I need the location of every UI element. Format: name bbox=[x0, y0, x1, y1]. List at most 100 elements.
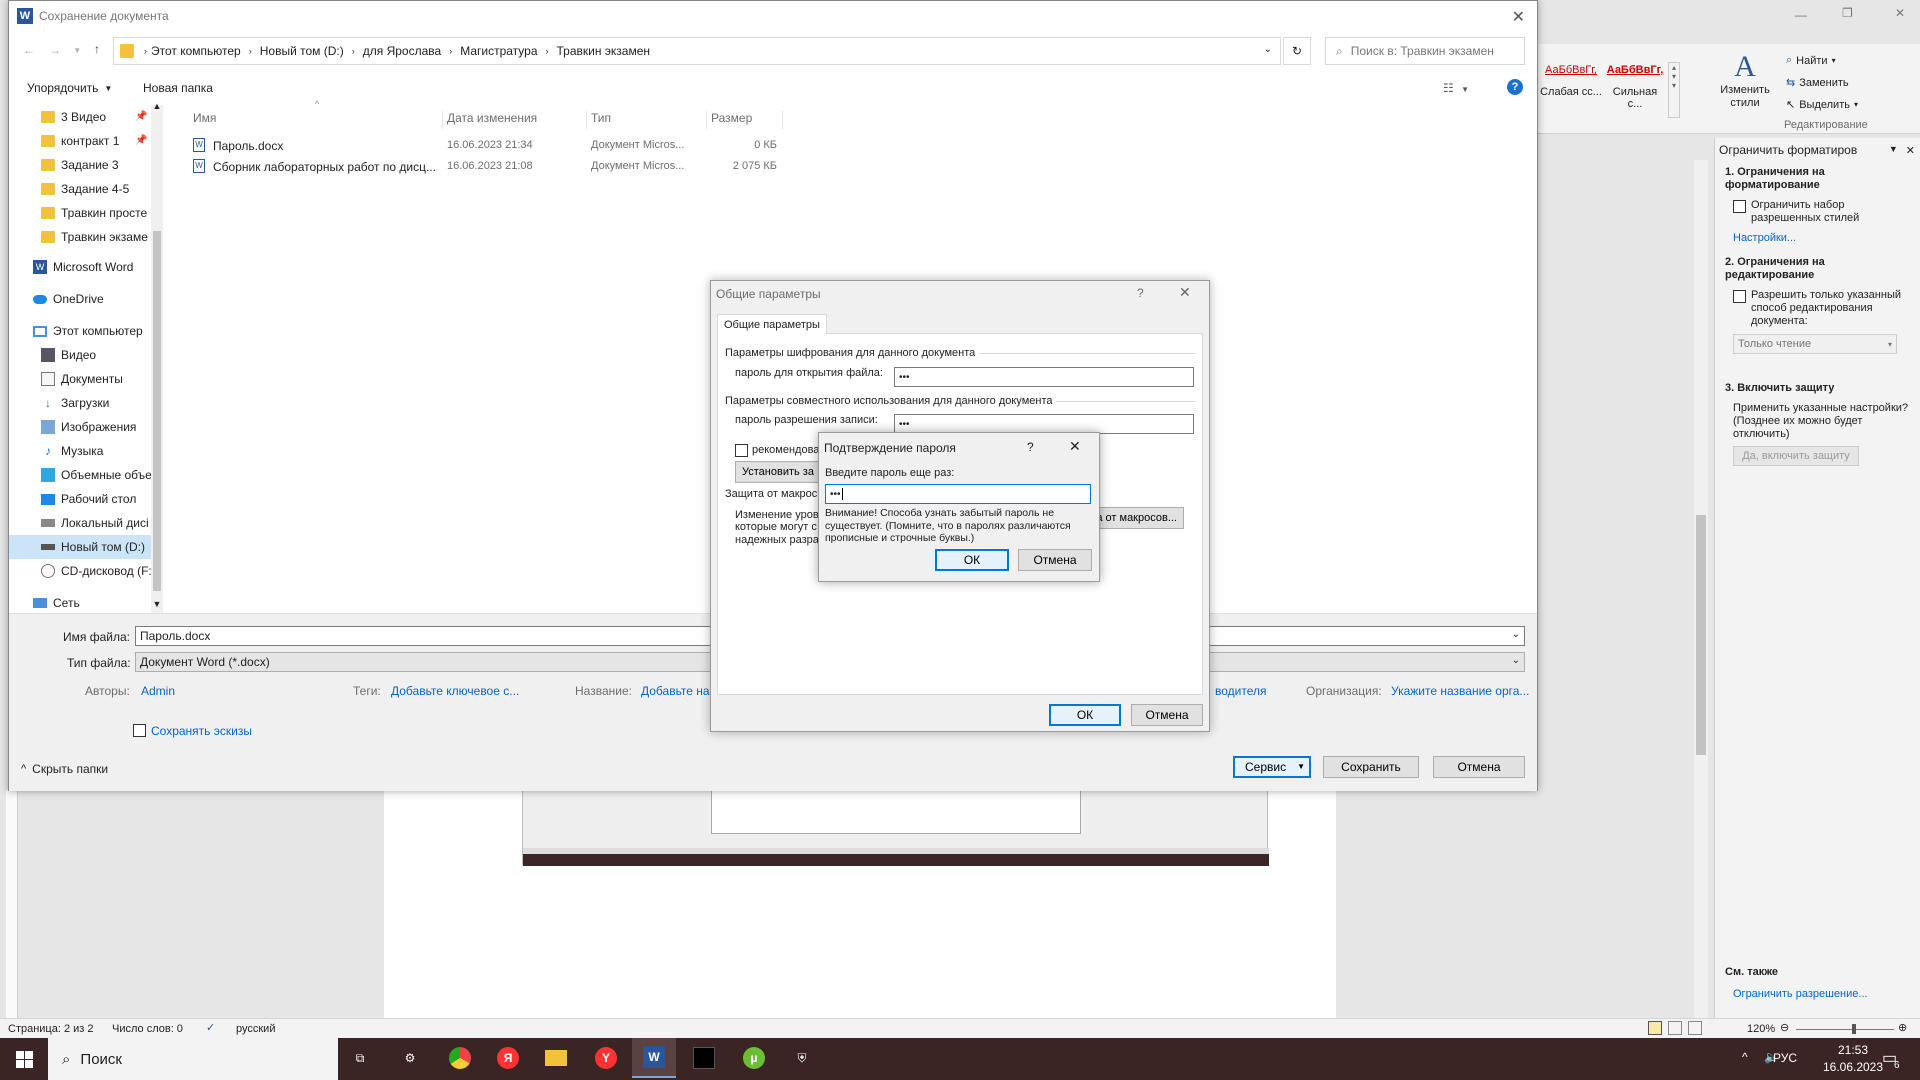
utorrent-icon[interactable]: µ bbox=[732, 1038, 776, 1078]
view-mode-icons[interactable] bbox=[1648, 1021, 1702, 1035]
nav-item[interactable]: контракт 1 bbox=[41, 129, 191, 153]
nav-item[interactable]: Локальный дисі bbox=[41, 511, 191, 535]
word-minimize-icon[interactable]: — bbox=[1795, 8, 1809, 22]
back-icon[interactable]: ← bbox=[23, 43, 35, 57]
word-taskbar-icon[interactable]: W bbox=[632, 1038, 676, 1078]
column-header-type[interactable]: Тип bbox=[591, 111, 707, 129]
open-password-input[interactable]: ••• bbox=[894, 367, 1194, 387]
file-row[interactable]: W Сборник лабораторных работ по дисц... … bbox=[193, 156, 793, 176]
start-button[interactable] bbox=[0, 1038, 48, 1080]
style-gallery-scroll[interactable]: ▴ ▾ ▾ bbox=[1668, 62, 1680, 118]
search-box[interactable]: ⌕ Поиск в: Травкин экзамен bbox=[1325, 37, 1525, 65]
address-dropdown-icon[interactable]: ⌄ bbox=[1264, 44, 1272, 55]
macro-security-button[interactable]: а от макросов... bbox=[1091, 507, 1184, 529]
editing-mode-select[interactable]: Только чтение ▾ bbox=[1733, 334, 1897, 354]
breadcrumb-item[interactable]: Новый том (D:) bbox=[260, 44, 344, 58]
tab-general[interactable]: Общие параметры bbox=[717, 314, 827, 334]
address-bar[interactable]: › Этот компьютер › Новый том (D:) › для … bbox=[113, 37, 1281, 65]
taskbar-search[interactable]: ⌕ Поиск bbox=[48, 1038, 338, 1080]
column-header-size[interactable]: Размер bbox=[711, 111, 783, 129]
document-scrollbar[interactable] bbox=[1694, 160, 1708, 1018]
protect-document-button[interactable]: Установить за bbox=[735, 461, 825, 483]
restrict-editing-checkbox[interactable] bbox=[1733, 290, 1746, 303]
pane-close-icon[interactable]: ✕ bbox=[1906, 144, 1915, 157]
cancel-button[interactable]: Отмена bbox=[1131, 704, 1203, 726]
nav-item-selected[interactable]: Новый том (D:) bbox=[9, 535, 151, 559]
nav-item[interactable]: Видео bbox=[41, 343, 191, 367]
organization-value[interactable]: Укажите название орга... bbox=[1391, 684, 1529, 698]
nav-item[interactable]: 3 Видео bbox=[41, 105, 191, 129]
page-counter[interactable]: Страница: 2 из 2 bbox=[8, 1023, 94, 1035]
security-shield-icon[interactable]: ⛨ bbox=[780, 1038, 824, 1078]
settings-link[interactable]: Настройки... bbox=[1733, 232, 1796, 244]
nav-item[interactable]: Объемные объе bbox=[41, 463, 191, 487]
app-icon-1[interactable]: ⚙ bbox=[388, 1038, 432, 1078]
nav-item[interactable]: CD-дисковод (F: bbox=[41, 559, 191, 583]
breadcrumb-item[interactable]: Магистратура bbox=[460, 44, 537, 58]
nav-item[interactable]: Изображения bbox=[41, 415, 191, 439]
word-restore-icon[interactable]: ❐ bbox=[1842, 6, 1856, 20]
help-icon[interactable]: ? bbox=[1507, 79, 1523, 95]
cancel-button[interactable]: Отмена bbox=[1018, 549, 1092, 571]
chrome-icon[interactable] bbox=[438, 1038, 482, 1078]
reenter-password-input[interactable]: ••• bbox=[825, 484, 1091, 504]
forward-icon[interactable]: → bbox=[49, 43, 61, 57]
language-indicator[interactable]: русский bbox=[236, 1023, 275, 1035]
close-icon[interactable]: ✕ bbox=[1512, 7, 1525, 27]
help-icon[interactable]: ? bbox=[1027, 440, 1034, 454]
breadcrumb-item[interactable]: для Ярослава bbox=[363, 44, 441, 58]
terminal-icon[interactable] bbox=[682, 1038, 726, 1078]
file-row[interactable]: W Пароль.docx 16.06.2023 21:34 Документ … bbox=[193, 135, 793, 155]
chevron-down-icon[interactable]: ⌄ bbox=[1512, 629, 1520, 640]
nav-item[interactable]: Документы bbox=[41, 367, 191, 391]
find-button[interactable]: ⌕ Найти ▾ bbox=[1786, 54, 1836, 67]
thumbnails-checkbox[interactable] bbox=[133, 724, 146, 737]
nav-item[interactable]: Травкин просте bbox=[41, 201, 191, 225]
hide-folders-button[interactable]: ^ Скрыть папки bbox=[21, 762, 108, 776]
input-language[interactable]: РУС bbox=[1773, 1051, 1797, 1065]
clock-date[interactable]: 16.06.2023 bbox=[1818, 1060, 1888, 1074]
close-icon[interactable]: ✕ bbox=[1069, 438, 1081, 455]
column-header-name[interactable]: Имя bbox=[193, 111, 443, 129]
tray-overflow-icon[interactable]: ^ bbox=[1742, 1050, 1748, 1064]
nav-item[interactable]: Травкин экзаме bbox=[41, 225, 191, 249]
nav-item[interactable]: Задание 4-5 bbox=[41, 177, 191, 201]
word-count[interactable]: Число слов: 0 bbox=[112, 1023, 183, 1035]
file-explorer-icon[interactable] bbox=[534, 1038, 578, 1078]
nav-item[interactable]: ↓ Загрузки bbox=[41, 391, 191, 415]
nav-scrollbar[interactable]: ▲ ▼ bbox=[151, 101, 163, 613]
cancel-button[interactable]: Отмена bbox=[1433, 756, 1525, 778]
change-styles-button[interactable]: A Изменить стили bbox=[1718, 50, 1772, 120]
refresh-button[interactable]: ↻ bbox=[1283, 37, 1311, 65]
select-button[interactable]: ↖ Выделить ▾ bbox=[1786, 98, 1858, 112]
authors-value[interactable]: Admin bbox=[141, 684, 175, 698]
nav-item[interactable]: Задание 3 bbox=[41, 153, 191, 177]
zoom-level[interactable]: 120% bbox=[1747, 1023, 1775, 1035]
service-button[interactable]: Сервис ▼ bbox=[1233, 756, 1311, 778]
manager-value[interactable]: водителя bbox=[1215, 684, 1267, 698]
view-options-button[interactable]: ☷ ▼ bbox=[1443, 81, 1469, 95]
close-icon[interactable]: ✕ bbox=[1179, 284, 1191, 301]
breadcrumb-item[interactable]: Травкин экзамен bbox=[557, 44, 651, 58]
tags-value[interactable]: Добавьте ключевое с... bbox=[391, 684, 519, 698]
restrict-permission-link[interactable]: Ограничить разрешение... bbox=[1733, 988, 1868, 1000]
help-icon[interactable]: ? bbox=[1137, 286, 1144, 300]
column-header-date[interactable]: Дата изменения bbox=[447, 111, 587, 129]
write-password-input[interactable]: ••• bbox=[894, 414, 1194, 434]
organize-button[interactable]: Упорядочить ▼ bbox=[27, 81, 112, 95]
nav-item[interactable]: ♪ Музыка bbox=[41, 439, 191, 463]
word-close-icon[interactable]: ✕ bbox=[1895, 6, 1909, 20]
task-view-icon[interactable]: ⧉ bbox=[338, 1038, 382, 1078]
style-gallery-item-2[interactable]: АаБбВвГг, Сильная с... bbox=[1604, 64, 1666, 110]
restrict-styles-checkbox[interactable] bbox=[1733, 200, 1746, 213]
breadcrumb-item[interactable]: Этот компьютер bbox=[151, 44, 241, 58]
title-value[interactable]: Добавьте наз bbox=[641, 684, 715, 698]
ok-button[interactable]: ОК bbox=[1049, 704, 1121, 726]
yandex-icon[interactable]: Я bbox=[486, 1038, 530, 1078]
proofing-icon[interactable]: ✓ bbox=[206, 1021, 215, 1034]
yandex-browser-icon[interactable]: Y bbox=[584, 1038, 628, 1078]
recommend-readonly-checkbox[interactable] bbox=[735, 444, 748, 457]
enable-protection-button[interactable]: Да, включить защиту bbox=[1733, 446, 1859, 466]
up-icon[interactable]: ↑ bbox=[94, 42, 100, 56]
ok-button[interactable]: ОК bbox=[935, 549, 1009, 571]
